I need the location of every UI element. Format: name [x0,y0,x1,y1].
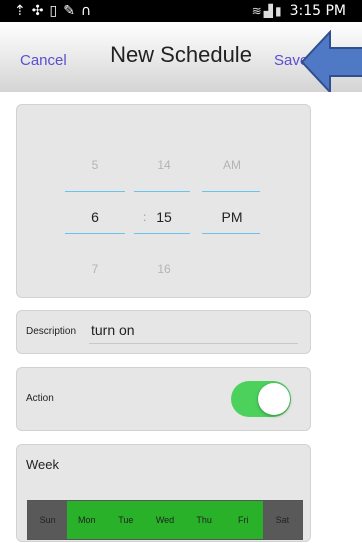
weekday-selector: Sun Mon Tue Wed Thu Fri Sat [27,500,303,540]
hour-prev[interactable]: 5 [65,158,125,172]
hour-next[interactable]: 7 [65,262,125,276]
ampm-prev[interactable]: AM [202,158,262,172]
day-thu[interactable]: Thu [184,501,224,539]
status-system-area: ≋▟▮ 3:15 PM [252,3,346,19]
minute-line-top [134,191,190,192]
action-toggle[interactable] [231,381,291,417]
battery-icon: ▮ [274,4,284,18]
day-wed[interactable]: Wed [145,501,185,539]
status-bar: ⇡✣▯✎∩ ≋▟▮ 3:15 PM [0,0,362,22]
time-picker[interactable]: 5 6 7 : 14 15 16 AM PM [16,104,311,298]
ampm-line-top [202,191,260,192]
day-fri[interactable]: Fri [223,501,263,539]
hour-selected[interactable]: 6 [65,209,125,225]
minute-prev[interactable]: 14 [134,158,194,172]
upload-icon: ⇡ [14,3,32,19]
hour-line-bottom [65,233,125,234]
description-underline [89,343,298,344]
description-label: Description [26,326,77,337]
description-row: Description turn on [16,310,311,354]
week-label: Week [26,457,59,472]
signal-icon: ▟ [263,4,275,18]
minute-selected[interactable]: 15 [134,209,194,225]
edit-icon: ✎ [63,3,81,19]
description-input[interactable]: turn on [91,322,135,338]
usb-icon: ✣ [31,3,50,19]
ampm-line-bottom [202,233,260,234]
headset-icon: ∩ [80,3,98,19]
ampm-selected[interactable]: PM [202,209,262,225]
day-sat[interactable]: Sat [262,501,302,539]
schedule-form: 5 6 7 : 14 15 16 AM PM Description turn … [0,92,362,543]
hour-line-top [65,191,125,192]
sim-icon: ▯ [49,3,64,19]
day-sun[interactable]: Sun [28,501,68,539]
status-notification-icons: ⇡✣▯✎∩ [14,3,97,19]
day-mon[interactable]: Mon [67,501,107,539]
week-row: Week Sun Mon Tue Wed Thu Fri Sat [16,444,311,542]
day-tue[interactable]: Tue [106,501,146,539]
minute-next[interactable]: 16 [134,262,194,276]
action-label: Action [26,393,54,404]
annotation-arrow-icon [300,30,362,94]
minute-line-bottom [134,233,190,234]
wifi-icon: ≋ [251,4,264,18]
status-time: 3:15 PM [289,3,346,19]
toggle-knob[interactable] [258,383,290,415]
action-row: Action [16,367,311,431]
